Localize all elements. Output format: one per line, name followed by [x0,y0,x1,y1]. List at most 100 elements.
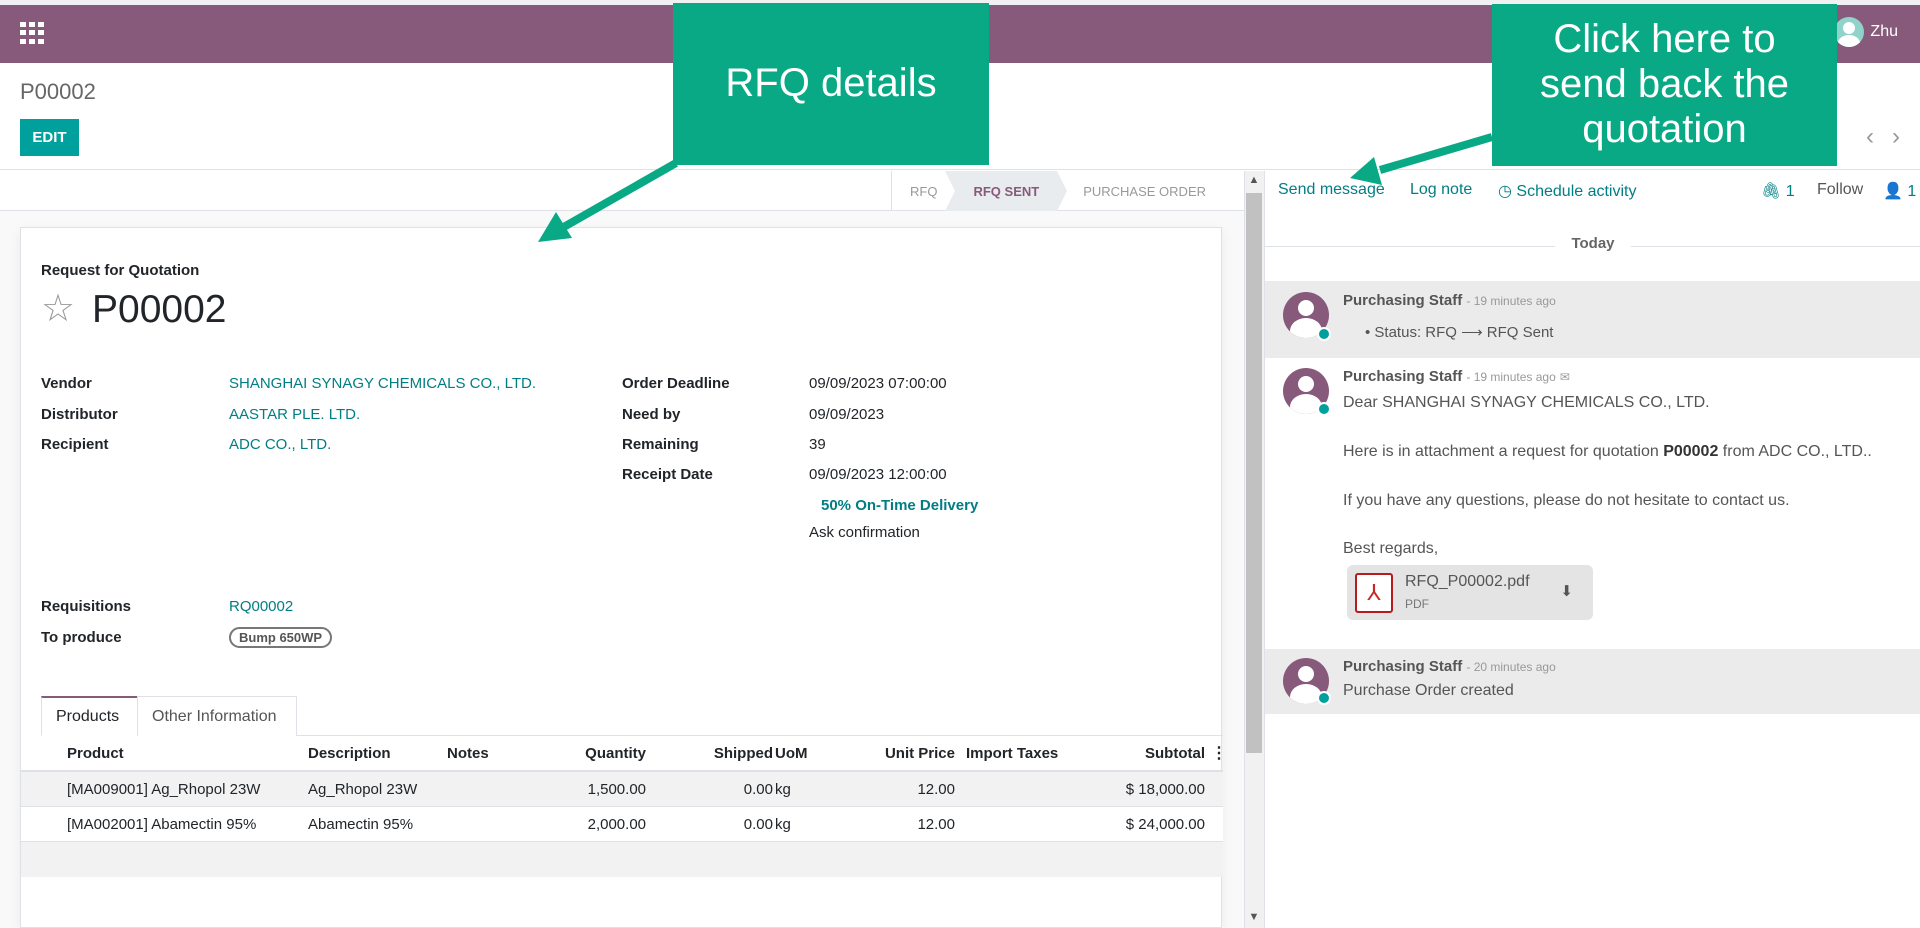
apps-menu-icon[interactable] [20,22,44,44]
vendor-link[interactable]: SHANGHAI SYNAGY CHEMICALS CO., LTD. [229,375,536,392]
callout-rfq-details: RFQ details [673,3,989,165]
cell-quantity: 1,500.00 [587,780,646,798]
cell-unit-price: 12.00 [917,815,955,833]
message-date: - 19 minutes ago [1466,370,1556,384]
receipt-date-label: Receipt Date [622,466,713,483]
message-body: • Status: RFQ ⟶ RFQ Sent [1365,324,1554,341]
order-name: P00002 [92,288,227,331]
divider [1631,246,1920,247]
breadcrumb: P00002 [20,79,96,104]
cell-shipped: 0.00 [743,780,773,798]
message-author[interactable]: Purchasing Staff - 20 minutes ago [1343,658,1556,675]
paperclip-icon: 🖇 [1761,183,1782,200]
col-description[interactable]: Description [308,736,391,770]
ask-confirmation-text: Ask confirmation [809,524,920,541]
col-import-taxes[interactable]: Import Taxes [966,736,1058,770]
chatter-panel: Send message Log note ◷ Schedule activit… [1264,171,1920,928]
table-header: Product Description Notes Quantity Shipp… [21,736,1227,772]
person-icon: 👤 [1883,183,1903,200]
col-product[interactable]: Product [67,736,124,770]
col-unit-price[interactable]: Unit Price [841,736,955,770]
vendor-label: Vendor [41,375,92,392]
user-avatar [1834,17,1865,47]
form-sheet: Request for Quotation ☆ P00002 Vendor SH… [20,227,1227,928]
scroll-up-icon[interactable]: ▲ [1246,171,1262,189]
envelope-icon: ✉ [1559,370,1570,384]
optional-columns-icon[interactable]: ⋮ [1211,736,1227,770]
notebook-tabs: Products Other Information [41,696,1223,736]
order-deadline-label: Order Deadline [622,375,730,392]
scroll-down-icon[interactable]: ▼ [1246,908,1262,926]
remaining-label: Remaining [622,436,699,453]
on-time-delivery-button[interactable]: 50% On-Time Delivery [821,497,978,514]
followers-button[interactable]: 👤 1 [1883,181,1916,201]
edit-button[interactable]: EDIT [20,119,79,156]
to-produce-label: To produce [41,629,122,646]
requisitions-label: Requisitions [41,598,132,615]
col-notes[interactable]: Notes [447,736,489,770]
receipt-date-value: 09/09/2023 12:00:00 [809,466,947,483]
status-step-rfq-sent[interactable]: RFQ SENT [945,171,1067,211]
follow-button[interactable]: Follow [1817,181,1863,199]
attachments-count: 1 [1785,183,1795,200]
message-author[interactable]: Purchasing Staff - 19 minutes ago ✉ [1343,368,1570,385]
status-steps: RFQ RFQ SENT PURCHASE ORDER [891,171,1224,211]
document-type-label: Request for Quotation [41,262,200,279]
tab-products[interactable]: Products [41,696,138,736]
tab-other-information[interactable]: Other Information [137,696,297,736]
user-menu[interactable]: Zhu [1834,17,1898,47]
cell-description: Ag_Rhopol 23W [308,780,418,798]
order-lines-table: Product Description Notes Quantity Shipp… [21,736,1227,877]
need-by-value: 09/09/2023 [809,406,885,423]
status-step-purchase-order[interactable]: PURCHASE ORDER [1057,171,1224,211]
callout-line: quotation [1582,107,1747,151]
user-name: Zhu [1870,23,1898,40]
message-greeting: Dear SHANGHAI SYNAGY CHEMICALS CO., LTD. [1343,394,1710,411]
to-produce-tag[interactable]: Bump 650WP [229,627,333,648]
online-status-icon [1317,327,1331,341]
message-author[interactable]: Purchasing Staff - 19 minutes ago [1343,292,1556,309]
pager-next-icon[interactable]: › [1892,123,1900,151]
log-note-button[interactable]: Log note [1410,181,1472,199]
cell-subtotal: $ 18,000.00 [1125,780,1205,798]
message-email: Purchasing Staff - 19 minutes ago ✉ Dear… [1265,358,1920,630]
col-quantity[interactable]: Quantity [501,736,646,770]
download-icon[interactable]: ⬇ [1560,582,1573,600]
pager-previous-icon[interactable]: ‹ [1866,123,1874,151]
schedule-activity-button[interactable]: ◷ Schedule activity [1498,181,1636,201]
attachment-type: PDF [1405,597,1429,611]
message-line: Best regards, [1343,540,1439,557]
star-icon[interactable]: ☆ [41,290,79,328]
attachment-name: RFQ_P00002.pdf [1405,573,1530,590]
pager: ‹ › [1866,123,1900,151]
table-row[interactable]: [MA002001] Abamectin 95% Abamectin 95% 2… [21,807,1223,842]
callout-line: send back the [1539,62,1790,106]
col-shipped[interactable]: Shipped [661,736,773,770]
message-date: - 19 minutes ago [1466,294,1556,308]
col-subtotal[interactable]: Subtotal [1081,736,1205,770]
cell-uom: kg [775,815,791,833]
schedule-activity-label: Schedule activity [1516,183,1637,200]
table-row[interactable]: [MA009001] Ag_Rhopol 23W Ag_Rhopol 23W 1… [21,772,1223,807]
distributor-label: Distributor [41,406,118,423]
cell-product: [MA002001] Abamectin 95% [67,815,257,833]
remaining-value: 39 [809,436,826,453]
online-status-icon [1317,691,1331,705]
to-produce-field: Bump 650WP [229,627,333,648]
followers-count: 1 [1907,183,1917,200]
send-message-button[interactable]: Send message [1278,181,1385,199]
callout-line: Click here to [1553,17,1776,61]
attachments-button[interactable]: 🖇 1 [1761,181,1795,201]
cell-shipped: 0.00 [743,815,773,833]
recipient-label: Recipient [41,436,109,453]
scrollbar-thumb[interactable] [1246,193,1262,753]
requisitions-link[interactable]: RQ00002 [229,598,293,615]
attachment-card[interactable]: ⅄ RFQ_P00002.pdf PDF ⬇ [1347,565,1593,620]
clock-icon: ◷ [1498,183,1512,200]
recipient-link[interactable]: ADC CO., LTD. [229,436,331,453]
empty-row [21,842,1223,877]
distributor-link[interactable]: AASTAR PLE. LTD. [229,406,360,423]
col-uom[interactable]: UoM [775,736,808,770]
cell-product: [MA009001] Ag_Rhopol 23W [67,780,261,798]
form-statusbar: RFQ RFQ SENT PURCHASE ORDER [0,171,1244,211]
